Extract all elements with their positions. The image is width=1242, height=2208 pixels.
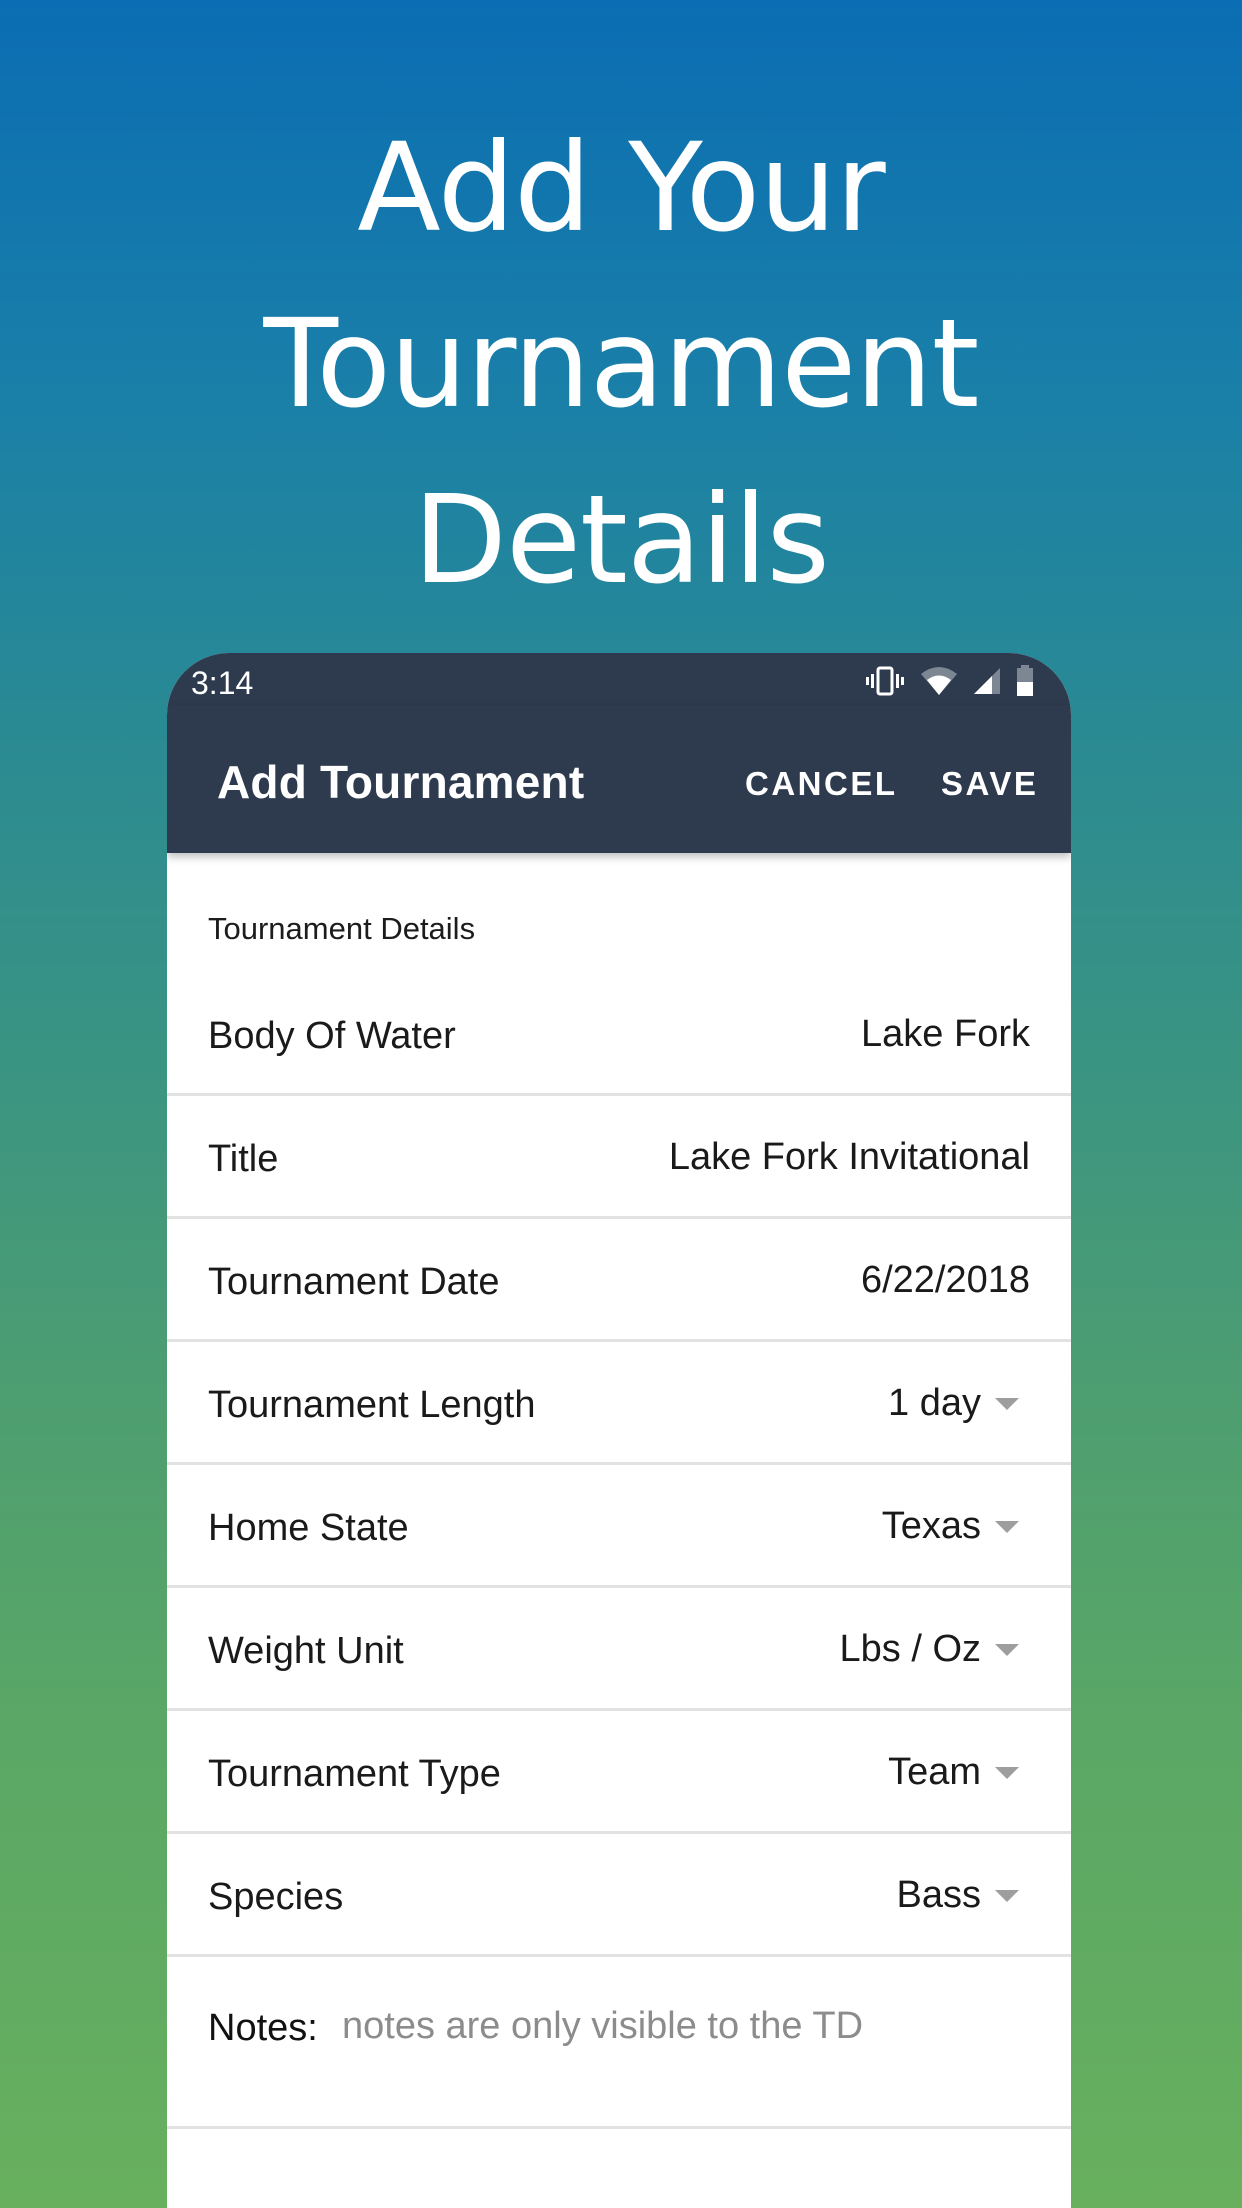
notes-label: Notes: (208, 2007, 318, 2049)
field-label: Tournament Type (208, 1753, 501, 1795)
dropdown-value[interactable]: Lbs / Oz (840, 1628, 982, 1671)
field-value[interactable]: Lake Fork Invitational (669, 1136, 1030, 1179)
field-title[interactable]: Title Lake Fork Invitational (167, 1096, 1071, 1219)
field-body-of-water[interactable]: Body Of Water Lake Fork (167, 973, 1071, 1096)
dropdown-arrow-icon[interactable] (995, 1521, 1019, 1533)
field-label: Tournament Date (208, 1261, 500, 1303)
field-species[interactable]: Species Bass (167, 1834, 1071, 1957)
field-label: Body Of Water (208, 1015, 456, 1057)
phone-screen: 3:14 Add Tournament CANCEL SAVE Tourname… (167, 653, 1071, 2208)
app-bar: Add Tournament CANCEL SAVE (167, 705, 1071, 853)
field-weight-unit[interactable]: Weight Unit Lbs / Oz (167, 1588, 1071, 1711)
battery-icon (1015, 664, 1035, 702)
field-label: Home State (208, 1507, 409, 1549)
headline-line-2: Tournament (263, 293, 980, 435)
dropdown-value[interactable]: Texas (882, 1505, 981, 1548)
status-icons (865, 664, 1035, 702)
dropdown-value[interactable]: Team (888, 1751, 981, 1794)
dropdown-arrow-icon[interactable] (995, 1767, 1019, 1779)
tournament-form: Tournament Details Body Of Water Lake Fo… (167, 853, 1071, 2129)
notes-input[interactable] (342, 2005, 1022, 2048)
field-label: Tournament Length (208, 1384, 536, 1426)
cell-signal-icon (973, 667, 1001, 700)
headline-line-3: Details (413, 469, 830, 611)
wifi-icon (919, 666, 959, 701)
cancel-button[interactable]: CANCEL (745, 765, 898, 803)
promo-headline: Add Your Tournament Details (0, 100, 1242, 628)
field-label: Title (208, 1138, 279, 1180)
section-header: Tournament Details (208, 911, 476, 946)
field-tournament-length[interactable]: Tournament Length 1 day (167, 1342, 1071, 1465)
vibrate-icon (865, 666, 905, 701)
dropdown-arrow-icon[interactable] (995, 1644, 1019, 1656)
field-value[interactable]: 6/22/2018 (861, 1259, 1030, 1302)
dropdown-arrow-icon[interactable] (995, 1398, 1019, 1410)
notes-row: Notes: (167, 1957, 1071, 2129)
dropdown-arrow-icon[interactable] (995, 1890, 1019, 1902)
field-tournament-type[interactable]: Tournament Type Team (167, 1711, 1071, 1834)
status-bar: 3:14 (167, 653, 1071, 705)
field-tournament-date[interactable]: Tournament Date 6/22/2018 (167, 1219, 1071, 1342)
field-home-state[interactable]: Home State Texas (167, 1465, 1071, 1588)
headline-line-1: Add Your (357, 117, 885, 259)
save-button[interactable]: SAVE (941, 765, 1038, 803)
field-label: Species (208, 1876, 344, 1918)
field-label: Weight Unit (208, 1630, 404, 1672)
field-value[interactable]: Lake Fork (861, 1013, 1030, 1056)
status-time: 3:14 (191, 665, 254, 701)
dropdown-value[interactable]: 1 day (888, 1382, 981, 1425)
page-title: Add Tournament (217, 756, 585, 808)
dropdown-value[interactable]: Bass (897, 1874, 981, 1917)
